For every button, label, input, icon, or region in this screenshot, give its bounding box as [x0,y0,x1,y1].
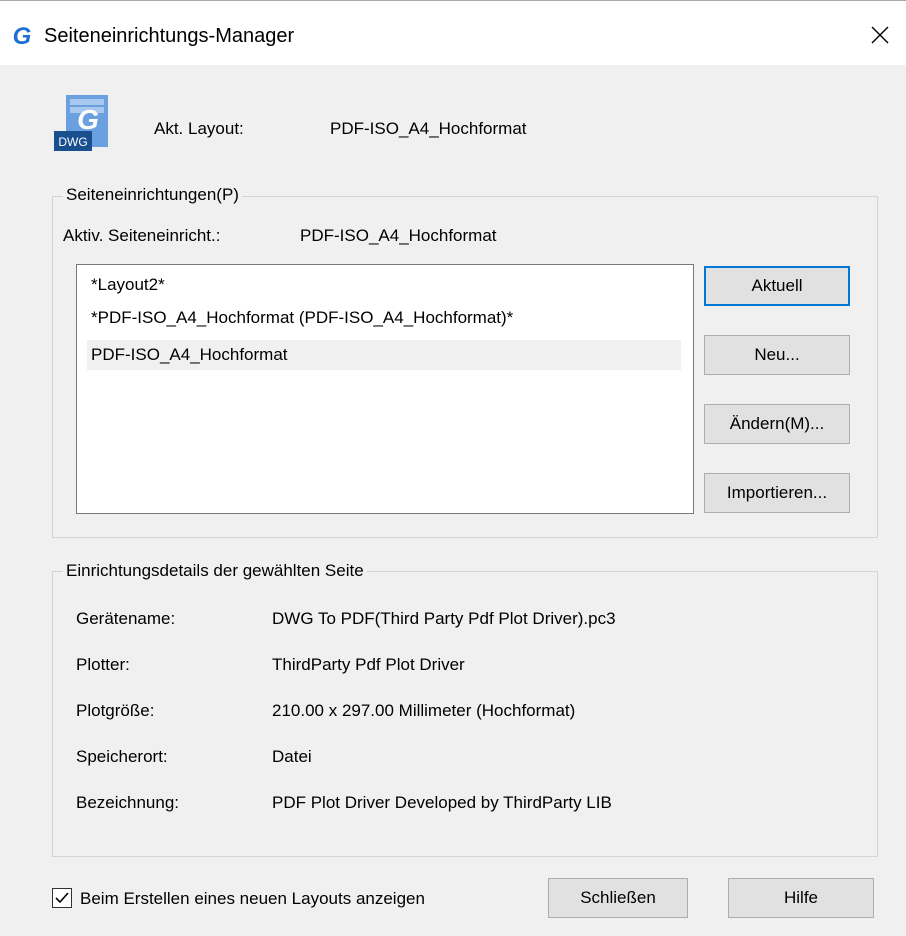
list-item-selected[interactable]: PDF-ISO_A4_Hochformat [87,340,681,370]
app-icon-letter: G [13,23,32,47]
set-current-button[interactable]: Aktuell [704,266,850,306]
device-name-label: Gerätename: [76,609,176,628]
page-setup-manager-dialog: G Seiteneinrichtungs-Manager G DWG Akt. … [0,0,906,936]
page-details-caption: Einrichtungsdetails der gewählten Seite [63,561,367,581]
active-page-setup-label: Aktiv. Seiteneinricht.: [63,226,221,245]
page-setups-list[interactable]: *Layout2* *PDF-ISO_A4_Hochformat (PDF-IS… [76,264,694,514]
show-on-new-layout-label[interactable]: Beim Erstellen eines neuen Layouts anzei… [80,889,425,909]
close-icon [871,26,889,44]
description-label: Bezeichnung: [76,793,180,812]
active-page-setup-value: PDF-ISO_A4_Hochformat [300,226,497,245]
list-item[interactable]: *PDF-ISO_A4_Hochformat (PDF-ISO_A4_Hochf… [87,303,681,333]
list-item[interactable]: *Layout2* [87,270,681,300]
location-value: Datei [272,747,312,766]
close-button[interactable]: Schließen [548,878,688,918]
dwg-icon-letter: G [77,104,99,135]
title-bar: G Seiteneinrichtungs-Manager [0,1,906,65]
dwg-file-icon: G DWG [54,95,108,151]
plot-size-value: 210.00 x 297.00 Millimeter (Hochformat) [272,701,576,720]
description-value: PDF Plot Driver Developed by ThirdParty … [272,793,612,812]
current-layout-value: PDF-ISO_A4_Hochformat [330,119,527,138]
checkmark-icon [55,892,69,904]
device-name-value: DWG To PDF(Third Party Pdf Plot Driver).… [272,609,616,628]
plotter-label: Plotter: [76,655,130,674]
import-button[interactable]: Importieren... [704,473,850,513]
location-label: Speicherort: [76,747,168,766]
plotter-value: ThirdParty Pdf Plot Driver [272,655,465,674]
dwg-icon-text: DWG [58,135,87,149]
plot-size-label: Plotgröße: [76,701,155,720]
new-button[interactable]: Neu... [704,335,850,375]
current-layout-label: Akt. Layout: [154,119,244,138]
page-setups-caption: Seiteneinrichtungen(P) [63,185,242,205]
modify-button[interactable]: Ändern(M)... [704,404,850,444]
help-button[interactable]: Hilfe [728,878,874,918]
window-title: Seiteneinrichtungs-Manager [44,25,295,47]
show-on-new-layout-checkbox[interactable] [52,888,72,908]
gstarcad-icon: G [13,23,32,47]
close-window-button[interactable] [860,17,900,53]
